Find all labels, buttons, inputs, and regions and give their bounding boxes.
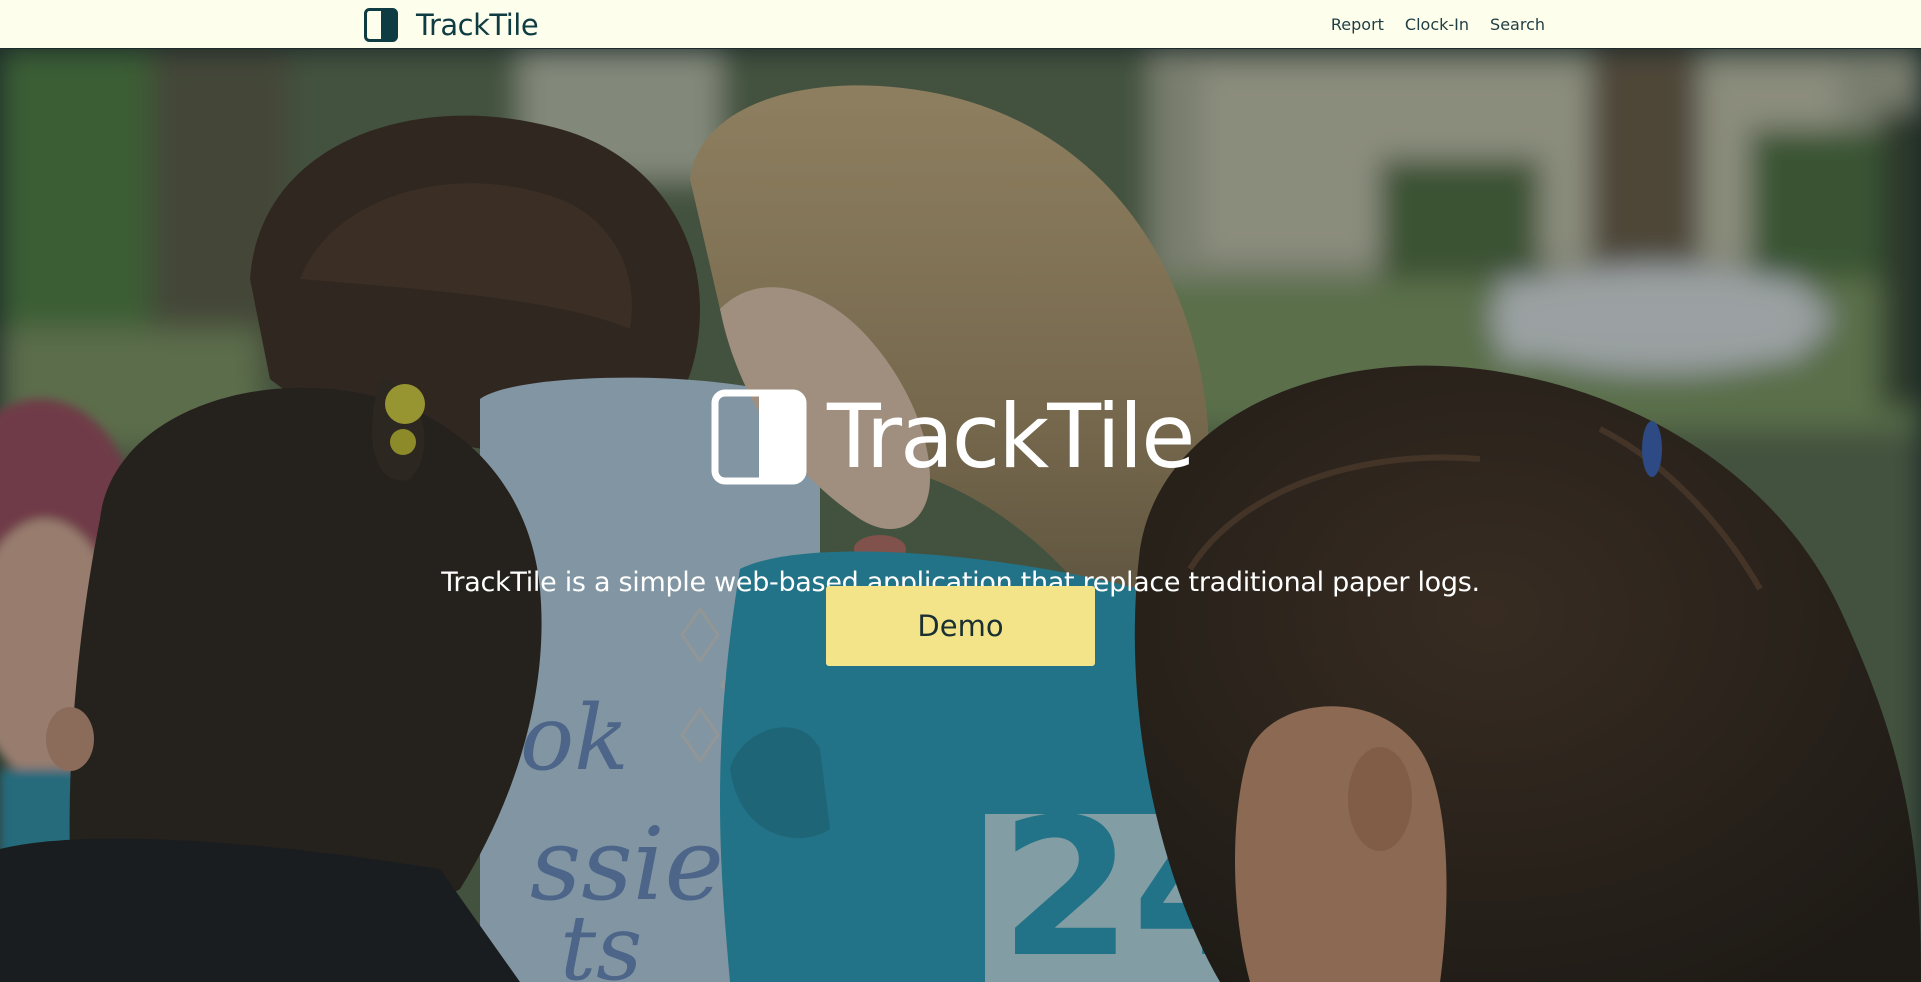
brand-logo-icon [364, 8, 398, 42]
brand-name: TrackTile [416, 7, 539, 42]
nav-link-search[interactable]: Search [1490, 15, 1545, 34]
hero-logo-icon [711, 389, 807, 485]
demo-button[interactable]: Demo [826, 586, 1095, 666]
nav-link-clock-in[interactable]: Clock-In [1405, 15, 1469, 34]
nav-links: Report Clock-In Search [1310, 0, 1545, 49]
hero-section: ok ssie ts 24 TrackTile TrackTile is a s… [0, 49, 1921, 982]
brand-link[interactable]: TrackTile [364, 7, 539, 43]
hero-title: TrackTile [827, 385, 1195, 488]
navbar: TrackTile Report Clock-In Search [0, 0, 1921, 49]
hero-logo-row: TrackTile [711, 385, 1195, 488]
hero-content: TrackTile TrackTile is a simple web-base… [0, 49, 1921, 982]
nav-link-report[interactable]: Report [1331, 15, 1384, 34]
